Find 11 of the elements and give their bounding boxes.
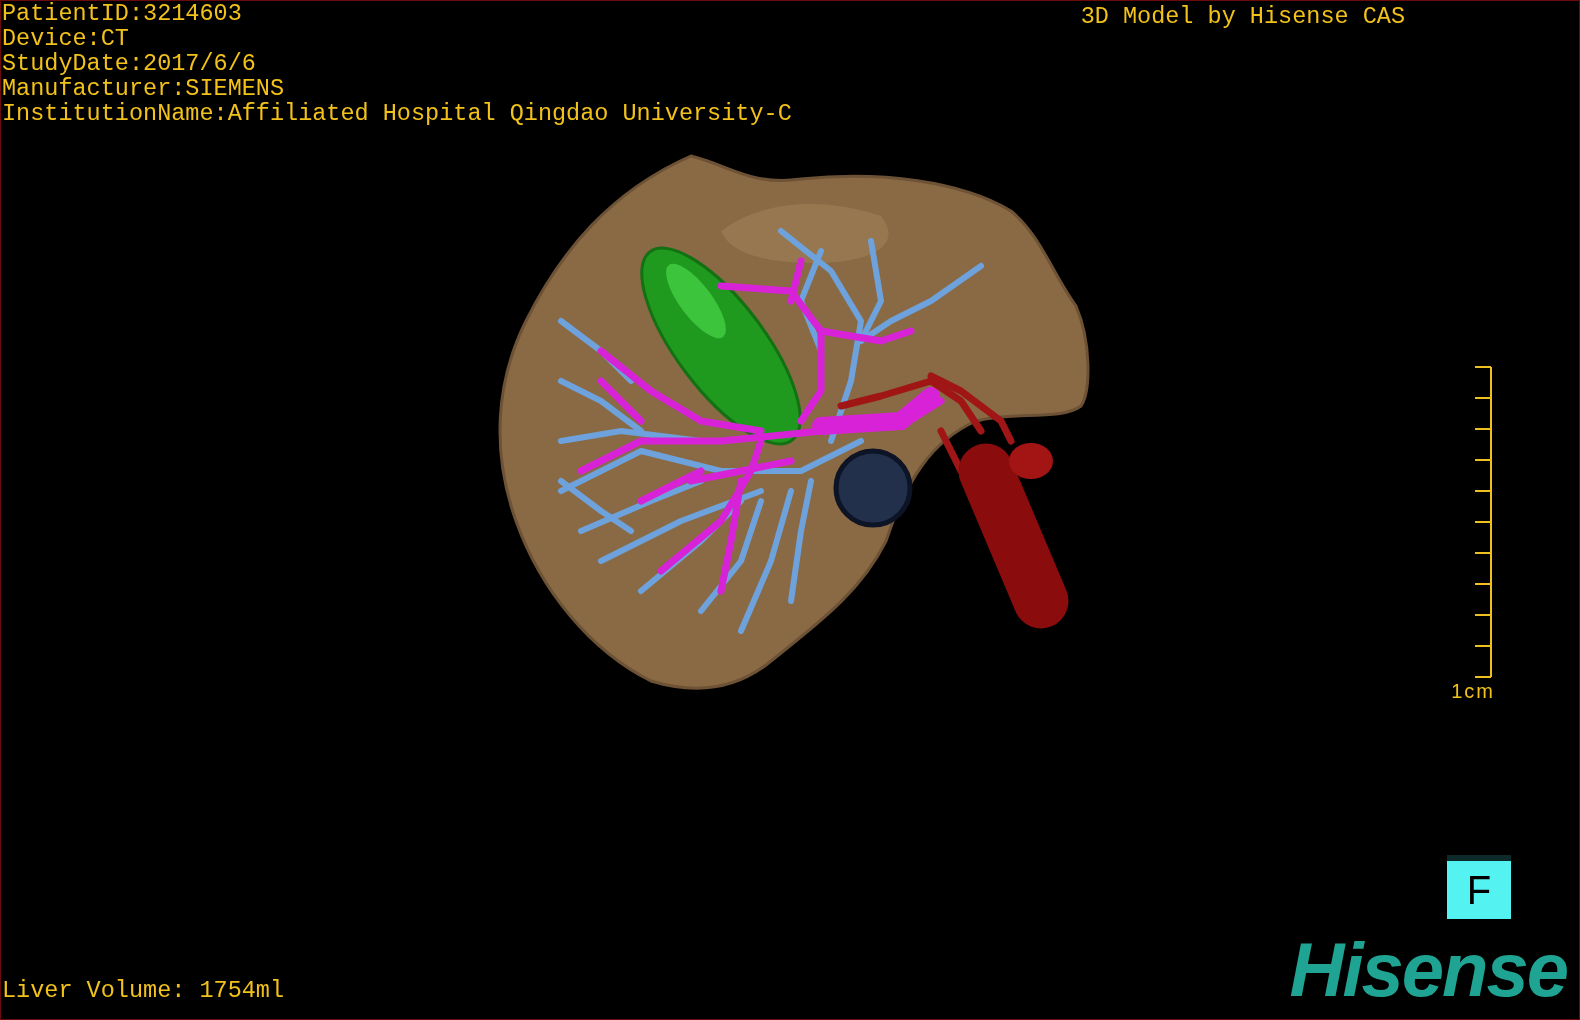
- scale-label: 1cm: [1451, 680, 1495, 703]
- viewer-title: 3D Model by Hisense CAS: [1080, 2, 1405, 29]
- scale-ruler-icon: [1473, 366, 1493, 678]
- orientation-cube[interactable]: F: [1447, 855, 1511, 919]
- liver-volume-text: Liver Volume: 1754ml: [2, 978, 285, 1003]
- info-text: Device:CT: [2, 26, 130, 51]
- info-text: InstitutionName:Affiliated Hospital Qingdao University-C: [2, 101, 792, 126]
- info-text: Manufacturer:SIEMENS: [2, 76, 286, 101]
- brand-logo: Hisense: [1289, 937, 1568, 1003]
- info-text: StudyDate:2017/6/6: [2, 51, 257, 76]
- info-text: PatientID:3214603: [2, 1, 243, 26]
